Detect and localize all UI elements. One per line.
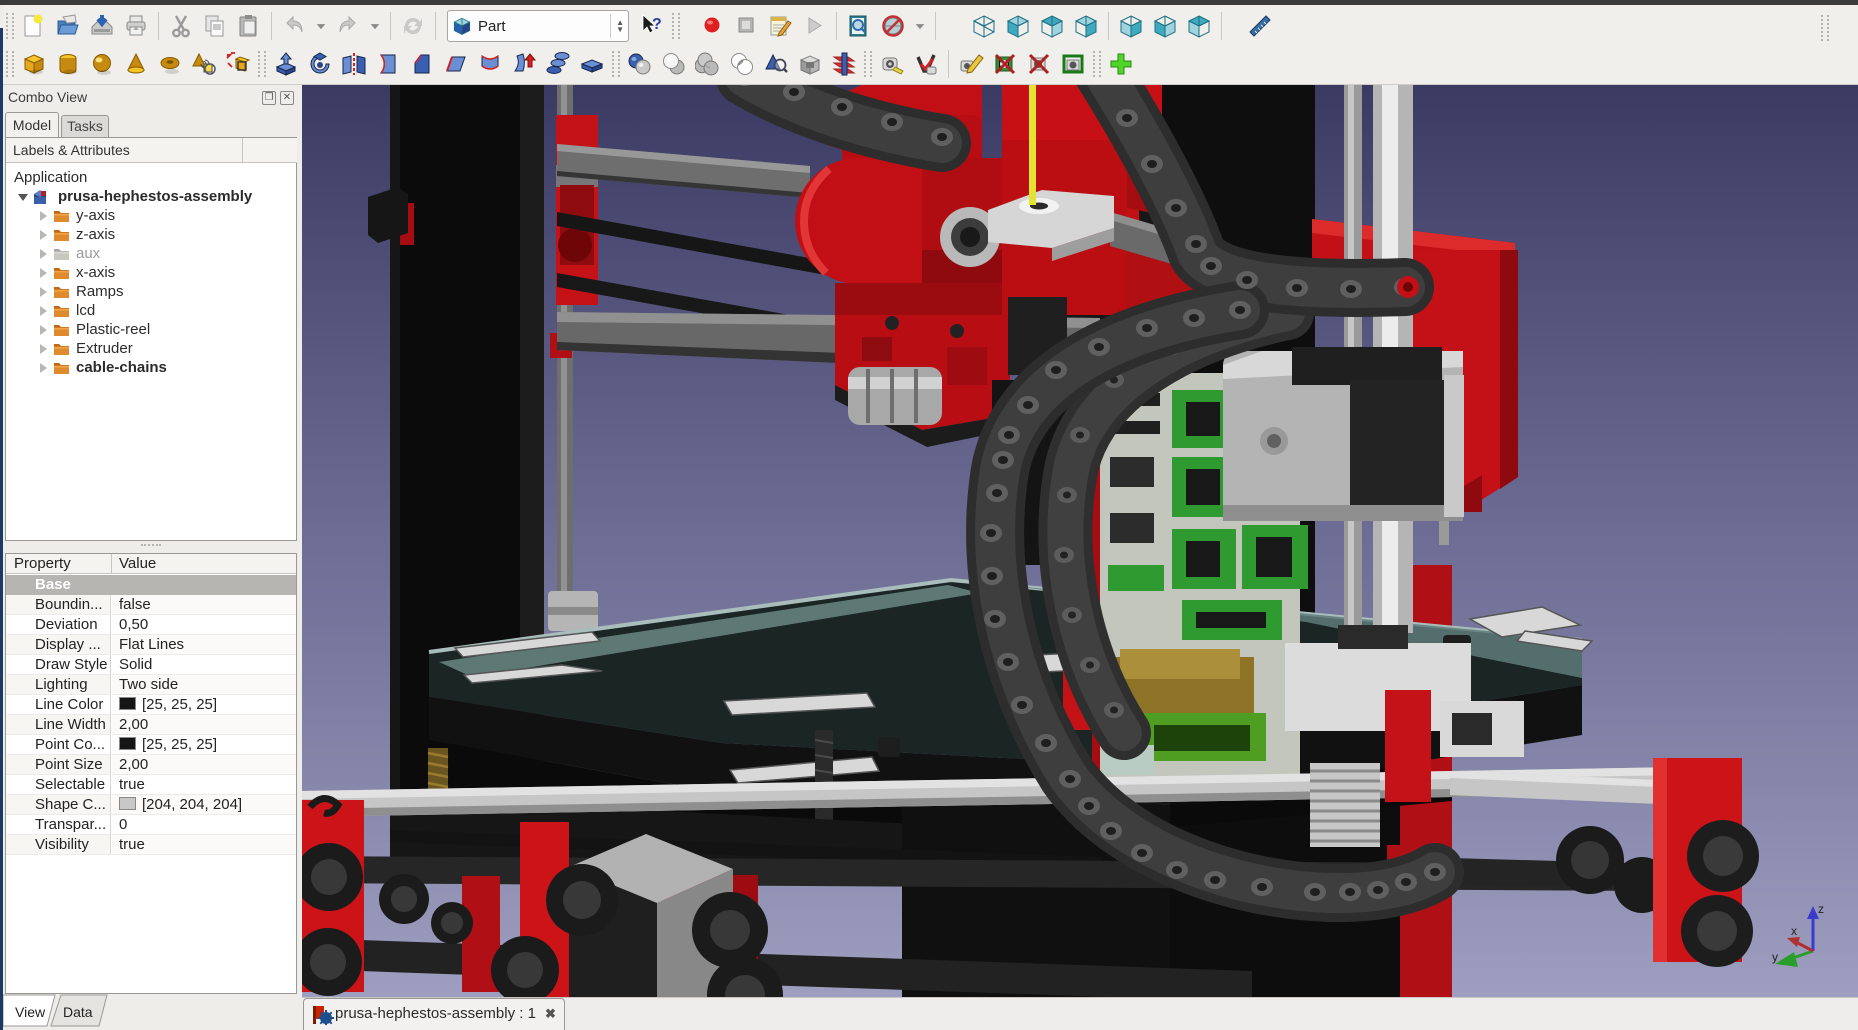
svg-text:z: z [1818, 902, 1824, 916]
svg-text:x: x [1791, 924, 1797, 938]
svg-text:?: ? [652, 16, 662, 33]
svg-text:Data: Data [63, 1004, 93, 1020]
svg-text:View: View [15, 1004, 46, 1020]
svg-text:y: y [1772, 950, 1778, 964]
